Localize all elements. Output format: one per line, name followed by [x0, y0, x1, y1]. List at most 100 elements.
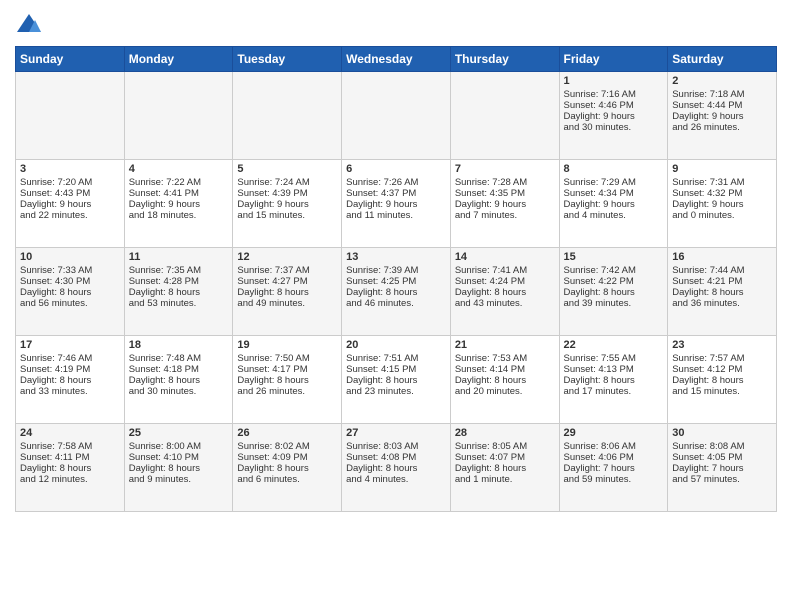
day-info-line: Sunrise: 7:44 AM	[672, 265, 772, 276]
day-info-line: Sunrise: 7:26 AM	[346, 177, 446, 188]
calendar-cell-week2-day5: 7Sunrise: 7:28 AMSunset: 4:35 PMDaylight…	[450, 160, 559, 248]
calendar-week-3: 10Sunrise: 7:33 AMSunset: 4:30 PMDayligh…	[16, 248, 777, 336]
day-info-line: Sunrise: 7:46 AM	[20, 353, 120, 364]
weekday-header-friday: Friday	[559, 47, 668, 72]
day-number: 9	[672, 163, 772, 175]
day-number: 17	[20, 339, 120, 351]
calendar-week-4: 17Sunrise: 7:46 AMSunset: 4:19 PMDayligh…	[16, 336, 777, 424]
day-info-line: Daylight: 9 hours	[455, 199, 555, 210]
day-info-line: Daylight: 8 hours	[346, 375, 446, 386]
day-info-line: Sunrise: 7:18 AM	[672, 89, 772, 100]
calendar-cell-week2-day7: 9Sunrise: 7:31 AMSunset: 4:32 PMDaylight…	[668, 160, 777, 248]
day-info-line: Daylight: 8 hours	[129, 287, 229, 298]
day-info-line: Daylight: 9 hours	[129, 199, 229, 210]
day-info-line: Daylight: 9 hours	[20, 199, 120, 210]
day-info-line: Daylight: 7 hours	[672, 463, 772, 474]
calendar-cell-week5-day5: 28Sunrise: 8:05 AMSunset: 4:07 PMDayligh…	[450, 424, 559, 512]
day-number: 30	[672, 427, 772, 439]
day-info-line: Sunrise: 7:16 AM	[564, 89, 664, 100]
day-info-line: Sunrise: 8:03 AM	[346, 441, 446, 452]
day-info-line: Sunrise: 7:24 AM	[237, 177, 337, 188]
day-info-line: and 43 minutes.	[455, 298, 555, 309]
day-info-line: Sunset: 4:44 PM	[672, 100, 772, 111]
day-info-line: Daylight: 8 hours	[672, 375, 772, 386]
day-info-line: Sunrise: 7:51 AM	[346, 353, 446, 364]
day-info-line: Daylight: 8 hours	[20, 287, 120, 298]
day-info-line: and 26 minutes.	[237, 386, 337, 397]
calendar-cell-week2-day1: 3Sunrise: 7:20 AMSunset: 4:43 PMDaylight…	[16, 160, 125, 248]
day-info-line: and 39 minutes.	[564, 298, 664, 309]
day-info-line: Daylight: 8 hours	[346, 463, 446, 474]
day-info-line: and 30 minutes.	[564, 122, 664, 133]
day-info-line: Daylight: 9 hours	[672, 111, 772, 122]
day-number: 12	[237, 251, 337, 263]
day-info-line: Sunrise: 7:29 AM	[564, 177, 664, 188]
day-info-line: Sunrise: 7:28 AM	[455, 177, 555, 188]
day-info-line: Sunrise: 8:00 AM	[129, 441, 229, 452]
day-info-line: Daylight: 8 hours	[20, 375, 120, 386]
day-info-line: Sunset: 4:24 PM	[455, 276, 555, 287]
day-number: 6	[346, 163, 446, 175]
calendar-cell-week4-day3: 19Sunrise: 7:50 AMSunset: 4:17 PMDayligh…	[233, 336, 342, 424]
calendar-cell-week2-day2: 4Sunrise: 7:22 AMSunset: 4:41 PMDaylight…	[124, 160, 233, 248]
day-number: 1	[564, 75, 664, 87]
day-info-line: Daylight: 8 hours	[455, 287, 555, 298]
day-number: 4	[129, 163, 229, 175]
day-info-line: Daylight: 9 hours	[346, 199, 446, 210]
day-info-line: Daylight: 8 hours	[237, 375, 337, 386]
day-info-line: Sunrise: 7:33 AM	[20, 265, 120, 276]
day-info-line: Sunrise: 8:06 AM	[564, 441, 664, 452]
day-number: 11	[129, 251, 229, 263]
day-info-line: Sunrise: 8:05 AM	[455, 441, 555, 452]
calendar-cell-week4-day6: 22Sunrise: 7:55 AMSunset: 4:13 PMDayligh…	[559, 336, 668, 424]
calendar-cell-week5-day7: 30Sunrise: 8:08 AMSunset: 4:05 PMDayligh…	[668, 424, 777, 512]
day-info-line: and 1 minute.	[455, 474, 555, 485]
calendar-cell-week1-day6: 1Sunrise: 7:16 AMSunset: 4:46 PMDaylight…	[559, 72, 668, 160]
day-info-line: Sunset: 4:19 PM	[20, 364, 120, 375]
day-info-line: and 15 minutes.	[672, 386, 772, 397]
calendar-cell-week3-day3: 12Sunrise: 7:37 AMSunset: 4:27 PMDayligh…	[233, 248, 342, 336]
day-info-line: Sunrise: 7:20 AM	[20, 177, 120, 188]
day-info-line: Sunrise: 7:39 AM	[346, 265, 446, 276]
day-info-line: Daylight: 8 hours	[20, 463, 120, 474]
day-info-line: Daylight: 7 hours	[564, 463, 664, 474]
day-info-line: and 30 minutes.	[129, 386, 229, 397]
calendar-cell-week2-day6: 8Sunrise: 7:29 AMSunset: 4:34 PMDaylight…	[559, 160, 668, 248]
day-info-line: Sunrise: 7:41 AM	[455, 265, 555, 276]
day-info-line: Sunset: 4:06 PM	[564, 452, 664, 463]
day-number: 28	[455, 427, 555, 439]
calendar-cell-week3-day7: 16Sunrise: 7:44 AMSunset: 4:21 PMDayligh…	[668, 248, 777, 336]
day-info-line: Daylight: 8 hours	[564, 287, 664, 298]
day-info-line: and 53 minutes.	[129, 298, 229, 309]
day-number: 10	[20, 251, 120, 263]
day-info-line: Sunset: 4:30 PM	[20, 276, 120, 287]
day-number: 19	[237, 339, 337, 351]
calendar-cell-week1-day3	[233, 72, 342, 160]
calendar-cell-week4-day1: 17 Sunrise: 7:46 AMSunset: 4:19 PMDayligh…	[16, 336, 125, 424]
day-number: 20	[346, 339, 446, 351]
calendar-cell-week2-day3: 5Sunrise: 7:24 AMSunset: 4:39 PMDaylight…	[233, 160, 342, 248]
day-info-line: Daylight: 9 hours	[237, 199, 337, 210]
weekday-header-thursday: Thursday	[450, 47, 559, 72]
day-info-line: and 59 minutes.	[564, 474, 664, 485]
day-number: 16	[672, 251, 772, 263]
day-info-line: Daylight: 8 hours	[455, 375, 555, 386]
calendar-cell-week3-day5: 14Sunrise: 7:41 AMSunset: 4:24 PMDayligh…	[450, 248, 559, 336]
calendar-week-1: 1Sunrise: 7:16 AMSunset: 4:46 PMDaylight…	[16, 72, 777, 160]
day-info-line: Sunset: 4:15 PM	[346, 364, 446, 375]
day-info-line: Sunrise: 8:02 AM	[237, 441, 337, 452]
calendar-cell-week4-day7: 23Sunrise: 7:57 AMSunset: 4:12 PMDayligh…	[668, 336, 777, 424]
day-info-line: and 4 minutes.	[346, 474, 446, 485]
day-info-line: Sunset: 4:11 PM	[20, 452, 120, 463]
day-number: 15	[564, 251, 664, 263]
day-info-line: Sunrise: 7:22 AM	[129, 177, 229, 188]
day-info-line: and 23 minutes.	[346, 386, 446, 397]
day-info-line: Sunset: 4:43 PM	[20, 188, 120, 199]
logo-icon	[15, 10, 43, 38]
calendar-cell-week4-day2: 18Sunrise: 7:48 AMSunset: 4:18 PMDayligh…	[124, 336, 233, 424]
day-info-line: Sunset: 4:39 PM	[237, 188, 337, 199]
day-info-line: and 22 minutes.	[20, 210, 120, 221]
weekday-header-tuesday: Tuesday	[233, 47, 342, 72]
day-info-line: Sunrise: 7:37 AM	[237, 265, 337, 276]
day-info-line: Daylight: 8 hours	[237, 463, 337, 474]
